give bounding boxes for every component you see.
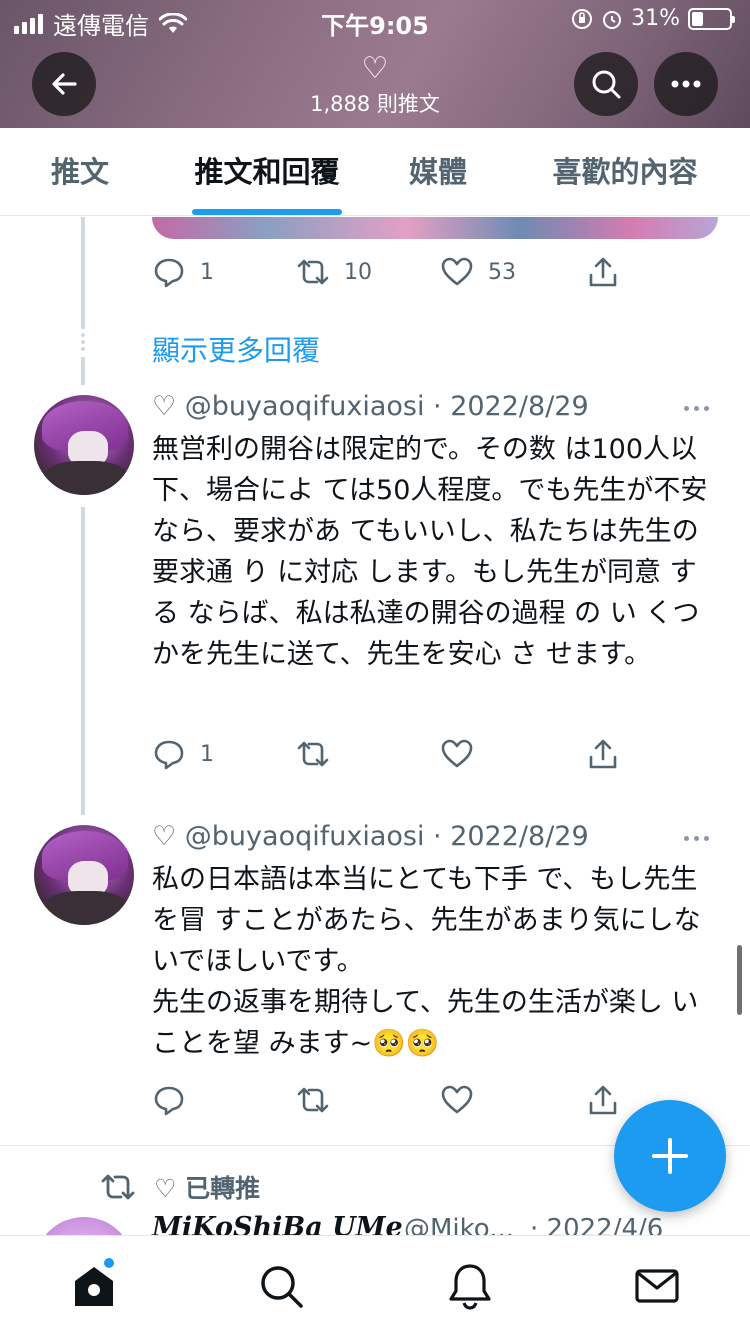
like-button[interactable] [440,737,474,771]
tweet-author-handle[interactable]: @Miko... [404,1214,514,1235]
tab-tweets-and-replies[interactable]: 推文和回覆 [180,128,354,216]
profile-tabs: 推文 推文和回覆 媒體 喜歡的內容 [0,128,750,216]
like-count: 53 [488,259,516,285]
reply-icon [154,1086,184,1116]
nav-messages[interactable] [633,1262,681,1310]
reply-count: 1 [200,741,214,767]
share-icon [589,739,617,769]
nav-notifications[interactable] [446,1262,494,1310]
retweet-count: 10 [344,259,372,285]
status-bar: 遠傳電信 下午9:05 31% [0,0,750,42]
alarm-icon [603,10,622,29]
bottom-nav [0,1235,750,1334]
reply-count: 1 [200,259,214,285]
active-tab-indicator [192,209,342,215]
tweet-media-image[interactable] [152,217,718,239]
tweet-actions: 1 10 53 [152,255,632,295]
back-arrow-icon [52,73,77,95]
tab-tweets[interactable]: 推文 [22,128,138,216]
notifications-icon [449,1264,491,1310]
tweet-author-name[interactable]: MiKoShiBa UMe [152,1212,403,1235]
tweet-date: · 2022/4/6 [530,1214,664,1235]
reply-button[interactable]: 1 [152,255,214,289]
tweet-actions: 1 [152,737,632,777]
back-button[interactable] [32,52,96,116]
tweet-more-icon[interactable] [684,406,709,411]
thread-line [81,217,85,329]
battery-icon [688,7,735,30]
profile-header: 遠傳電信 下午9:05 31% ♡ 1,888 則推文 [0,0,750,128]
share-button[interactable] [586,255,620,289]
tweet-text: 無営利の開谷は限定的で。その数 は100人以下、場合によ ては50人程度。でも先… [152,434,708,670]
compose-tweet-button[interactable] [614,1100,726,1212]
like-icon [441,257,473,286]
scrollbar[interactable] [737,945,742,1015]
retweet-button[interactable] [296,737,330,771]
orientation-lock-icon [572,8,593,29]
tweet-author-meta[interactable]: ♡ @buyaoqifuxiaosi · 2022/8/29 [152,391,589,422]
tweet-author-meta[interactable]: ♡ @buyaoqifuxiaosi · 2022/8/29 [152,821,589,852]
like-button[interactable] [440,1083,474,1117]
share-button[interactable] [586,737,620,771]
avatar[interactable] [34,1217,134,1235]
avatar[interactable] [34,825,134,925]
tweet-more-icon[interactable] [684,836,709,841]
thread-gap-dots [80,333,86,354]
retweet-icon [297,741,329,767]
nav-search[interactable] [257,1262,305,1310]
timeline[interactable]: 1 10 53 顯示更多回覆 ♡ @buyaoqifuxiaosi · 2022… [0,217,750,1235]
battery-percent: 31% [631,6,680,31]
tweet-actions [152,1083,632,1123]
messages-icon [635,1269,679,1303]
avatar[interactable] [34,395,134,495]
share-icon [589,257,617,287]
new-tweets-dot [104,1258,114,1268]
reply-button[interactable]: 1 [152,737,214,771]
retweet-button[interactable]: 10 [296,255,372,289]
reply-icon [154,740,184,770]
retweet-icon [101,1174,135,1200]
show-more-replies-link[interactable]: 顯示更多回覆 [152,329,320,369]
tab-likes[interactable]: 喜歡的內容 [540,128,710,216]
like-icon [441,1085,473,1114]
like-icon [441,739,473,768]
profile-title: ♡ 1,888 則推文 [225,52,525,118]
search-button[interactable] [574,52,638,116]
nav-home[interactable] [70,1262,118,1310]
retweet-notice: ♡ 已轉推 [100,1169,260,1205]
tweet-text: 私の日本語は本当にとても下手 で、もし先生を冒 すことがあたら、先生があまり気に… [152,864,701,1059]
retweet-button[interactable] [296,1083,330,1117]
plus-icon [652,1138,688,1174]
more-options-button[interactable] [654,52,718,116]
search-icon [592,70,621,99]
reply-button[interactable] [152,1083,186,1117]
retweet-icon [297,259,329,285]
tab-media[interactable]: 媒體 [392,128,484,216]
profile-name-heart: ♡ [361,51,389,86]
share-button[interactable] [586,1083,620,1117]
home-icon [75,1267,113,1306]
retweet-notice-text: ♡ 已轉推 [154,1174,261,1203]
retweet-icon [297,1087,329,1113]
share-icon [589,1085,617,1115]
tweet-count: 1,888 則推文 [310,92,440,116]
search-icon [261,1266,303,1308]
like-button[interactable]: 53 [440,255,516,289]
reply-icon [154,258,184,288]
more-icon [671,80,701,88]
